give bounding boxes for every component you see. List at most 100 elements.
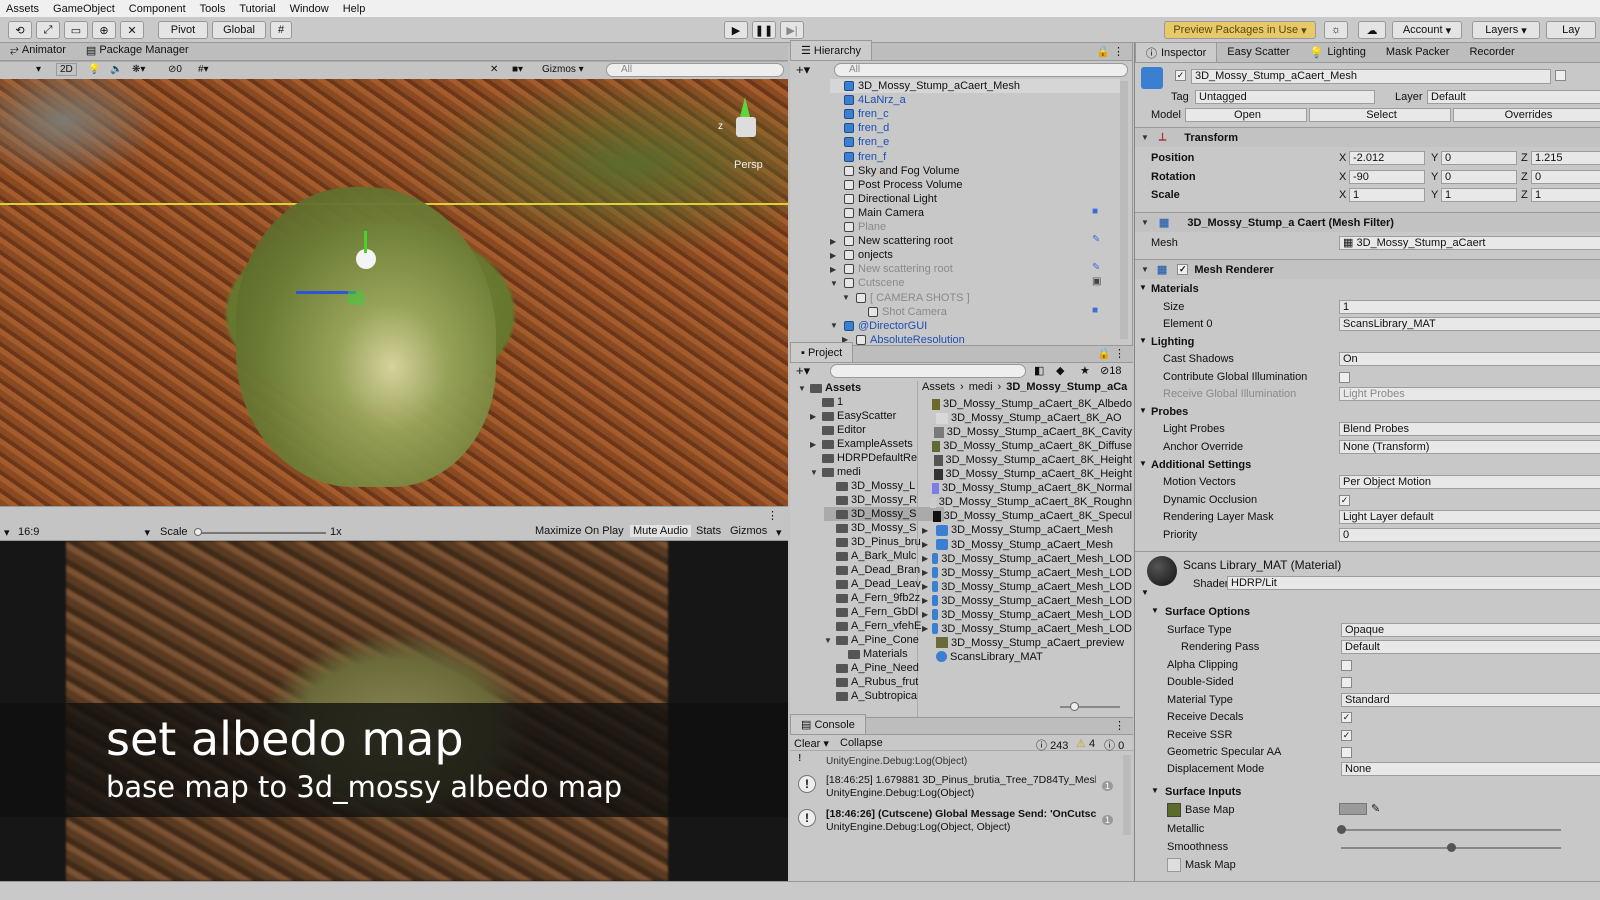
project-file-item[interactable]: ▶ 3D_Mossy_Stump_aCaert_Mesh: [922, 538, 1132, 552]
fold-arrow-icon[interactable]: ▶: [830, 237, 840, 246]
cloud-icon[interactable]: ☁: [1358, 21, 1386, 39]
hierarchy-item[interactable]: ▶ New scattering root: [830, 234, 953, 248]
hierarchy-item[interactable]: Shot Camera: [854, 305, 947, 319]
field-checkbox-double_sided[interactable]: [1341, 677, 1352, 688]
project-file-item[interactable]: 3D_Mossy_Stump_aCaert_8K_Height: [922, 467, 1132, 481]
fold-arrow-icon[interactable]: ▼: [1139, 459, 1147, 468]
eyedropper-icon[interactable]: ✎: [1371, 802, 1380, 815]
transform-rx-field[interactable]: -90: [1349, 170, 1425, 184]
menu-item-tutorial[interactable]: Tutorial: [239, 3, 275, 15]
gizmo-cube[interactable]: [736, 117, 756, 137]
hierarchy-item[interactable]: Sky and Fog Volume: [830, 164, 960, 178]
section-materials[interactable]: Materials: [1151, 283, 1199, 295]
favorites-star-icon[interactable]: ★: [1080, 364, 1090, 377]
search-by-label-icon[interactable]: ◆: [1056, 364, 1064, 377]
inspector-tab-0[interactable]: ⓘ Inspector: [1135, 43, 1218, 62]
mesh-renderer-header[interactable]: ▼ ▦ ✓ Mesh Renderer: [1135, 259, 1600, 279]
object-active-checkbox[interactable]: ✓: [1175, 70, 1186, 81]
menu-item-gameobject[interactable]: GameObject: [53, 3, 115, 15]
fold-arrow-icon[interactable]: ▼: [1139, 406, 1147, 415]
console-warning-count[interactable]: ⚠ 4: [1076, 737, 1095, 750]
mode-2d-toggle[interactable]: 2D: [56, 63, 77, 76]
project-file-item[interactable]: ▶ 3D_Mossy_Stump_aCaert_Mesh_LOD: [922, 566, 1132, 580]
game-panel-menu-icon[interactable]: ⋮: [767, 509, 778, 522]
field-checkbox-alpha_clipping[interactable]: [1341, 660, 1352, 671]
section-lighting[interactable]: Lighting: [1151, 336, 1194, 348]
project-file-item[interactable]: 3D_Mossy_Stump_aCaert_8K_Roughn: [922, 495, 1132, 509]
console-entry-partial[interactable]: ! UnityEngine.Debug:Log(Object): [794, 753, 1114, 769]
project-file-item[interactable]: 3D_Mossy_Stump_aCaert_8K_AO: [922, 411, 1132, 425]
hierarchy-item[interactable]: ▼ @DirectorGUI: [830, 319, 927, 333]
field-dropdown-displacement[interactable]: None: [1341, 762, 1600, 776]
hierarchy-item[interactable]: 4LaNrz_a: [830, 93, 906, 107]
search-by-type-icon[interactable]: ◧: [1034, 364, 1044, 377]
layout-dropdown[interactable]: Lay: [1546, 21, 1596, 39]
tab-package-manager[interactable]: ▤ Package Manager: [76, 40, 199, 60]
fold-arrow-icon[interactable]: ▶: [830, 251, 840, 260]
console-menu-icon[interactable]: ⋮: [1114, 719, 1125, 732]
tab-animator[interactable]: ⥂ Animator: [0, 40, 76, 60]
tab-hierarchy[interactable]: ☰ Hierarchy: [790, 40, 872, 60]
tools-icon[interactable]: ✕: [490, 64, 498, 75]
stats-toggle[interactable]: Stats: [696, 525, 721, 537]
preview-packages-button[interactable]: Preview Packages in Use ▾: [1164, 21, 1316, 39]
rect-tool-icon[interactable]: ▭: [64, 21, 88, 39]
transform-px-field[interactable]: -2.012: [1349, 151, 1425, 165]
camera-icon[interactable]: ■▾: [512, 64, 523, 75]
field-checkbox-contribute_gi[interactable]: [1339, 372, 1350, 383]
fold-arrow-icon[interactable]: ▶: [922, 540, 932, 549]
section-additional[interactable]: Additional Settings: [1151, 459, 1251, 471]
effects-toggle-icon[interactable]: ❋▾: [132, 64, 145, 75]
material-header[interactable]: Scans Library_MAT (Material) Shader HDRP…: [1135, 551, 1600, 601]
account-dropdown[interactable]: Account ▾: [1392, 21, 1462, 39]
section-surface-inputs[interactable]: Surface Inputs: [1165, 786, 1241, 798]
base-map-color-swatch[interactable]: [1339, 803, 1367, 815]
project-file-item[interactable]: ▶ 3D_Mossy_Stump_aCaert_Mesh_LOD: [922, 580, 1132, 594]
transform-py-field[interactable]: 0: [1441, 151, 1517, 165]
custom-tool-icon[interactable]: ✕: [120, 21, 144, 39]
project-search-input[interactable]: [830, 364, 1026, 378]
collab-icon[interactable]: ☼: [1324, 21, 1348, 39]
aspect-dropdown[interactable]: 16:9 ▾: [18, 526, 150, 539]
hierarchy-item[interactable]: Post Process Volume: [830, 178, 963, 192]
game-gizmos-toggle[interactable]: Gizmos: [730, 525, 767, 537]
project-file-item[interactable]: 3D_Mossy_Stump_aCaert_8K_Diffuse: [922, 439, 1132, 453]
hierarchy-menu-icon[interactable]: ⋮: [1113, 45, 1124, 58]
field-dropdown-rendering_pass[interactable]: Default: [1341, 640, 1600, 654]
menu-item-tools[interactable]: Tools: [200, 3, 226, 15]
inspector-tab-1[interactable]: Easy Scatter: [1217, 43, 1299, 62]
metallic-slider-thumb[interactable]: [1337, 825, 1346, 834]
z-axis-handle[interactable]: [296, 291, 356, 294]
global-button[interactable]: Global: [212, 21, 266, 39]
breadcrumb-item[interactable]: 3D_Mossy_Stump_aCa: [1006, 381, 1127, 393]
model-select-button[interactable]: Select: [1309, 108, 1451, 122]
fold-arrow-icon[interactable]: ▼: [824, 636, 832, 645]
hierarchy-lock-icon[interactable]: 🔒: [1096, 45, 1110, 58]
display-dropdown[interactable]: ▾: [4, 526, 10, 539]
fold-arrow-icon[interactable]: ▶: [922, 568, 928, 577]
transform-tool-icon[interactable]: ⊕: [92, 21, 116, 39]
project-file-item[interactable]: ▶ 3D_Mossy_Stump_aCaert_Mesh_LOD: [922, 594, 1132, 608]
breadcrumb-item[interactable]: Assets: [922, 381, 955, 393]
static-checkbox[interactable]: [1555, 70, 1566, 81]
project-file-item[interactable]: 3D_Mossy_Stump_aCaert_8K_Height: [922, 453, 1132, 467]
grid-snap-icon[interactable]: #: [270, 21, 292, 39]
material-fold-icon[interactable]: ▼: [1141, 588, 1149, 597]
section-surface-options[interactable]: Surface Options: [1165, 606, 1250, 618]
project-file-item[interactable]: ScansLibrary_MAT: [922, 650, 1132, 664]
tab-console[interactable]: ▤ Console: [790, 714, 866, 734]
hierarchy-item[interactable]: ▶ New scattering root: [830, 262, 953, 276]
fold-arrow-icon[interactable]: ▼: [830, 279, 840, 288]
mute-audio-toggle[interactable]: Mute Audio: [630, 525, 692, 537]
fold-arrow-icon[interactable]: ▶: [810, 412, 818, 421]
mesh-field[interactable]: ▦ 3D_Mossy_Stump_aCaert: [1339, 236, 1600, 250]
smoothness-slider-thumb[interactable]: [1447, 843, 1456, 852]
breadcrumb-item[interactable]: medi: [969, 381, 993, 393]
lighting-toggle-icon[interactable]: 💡: [88, 64, 100, 75]
project-file-item[interactable]: 3D_Mossy_Stump_aCaert_8K_Albedo: [922, 397, 1132, 411]
hierarchy-item[interactable]: fren_f: [830, 150, 886, 164]
hierarchy-scrollbar[interactable]: [1120, 81, 1128, 339]
object-name-field[interactable]: 3D_Mossy_Stump_aCaert_Mesh: [1191, 69, 1551, 84]
hierarchy-search-input[interactable]: All: [834, 63, 1128, 77]
hidden-packages-count[interactable]: ⊘18: [1100, 364, 1121, 377]
